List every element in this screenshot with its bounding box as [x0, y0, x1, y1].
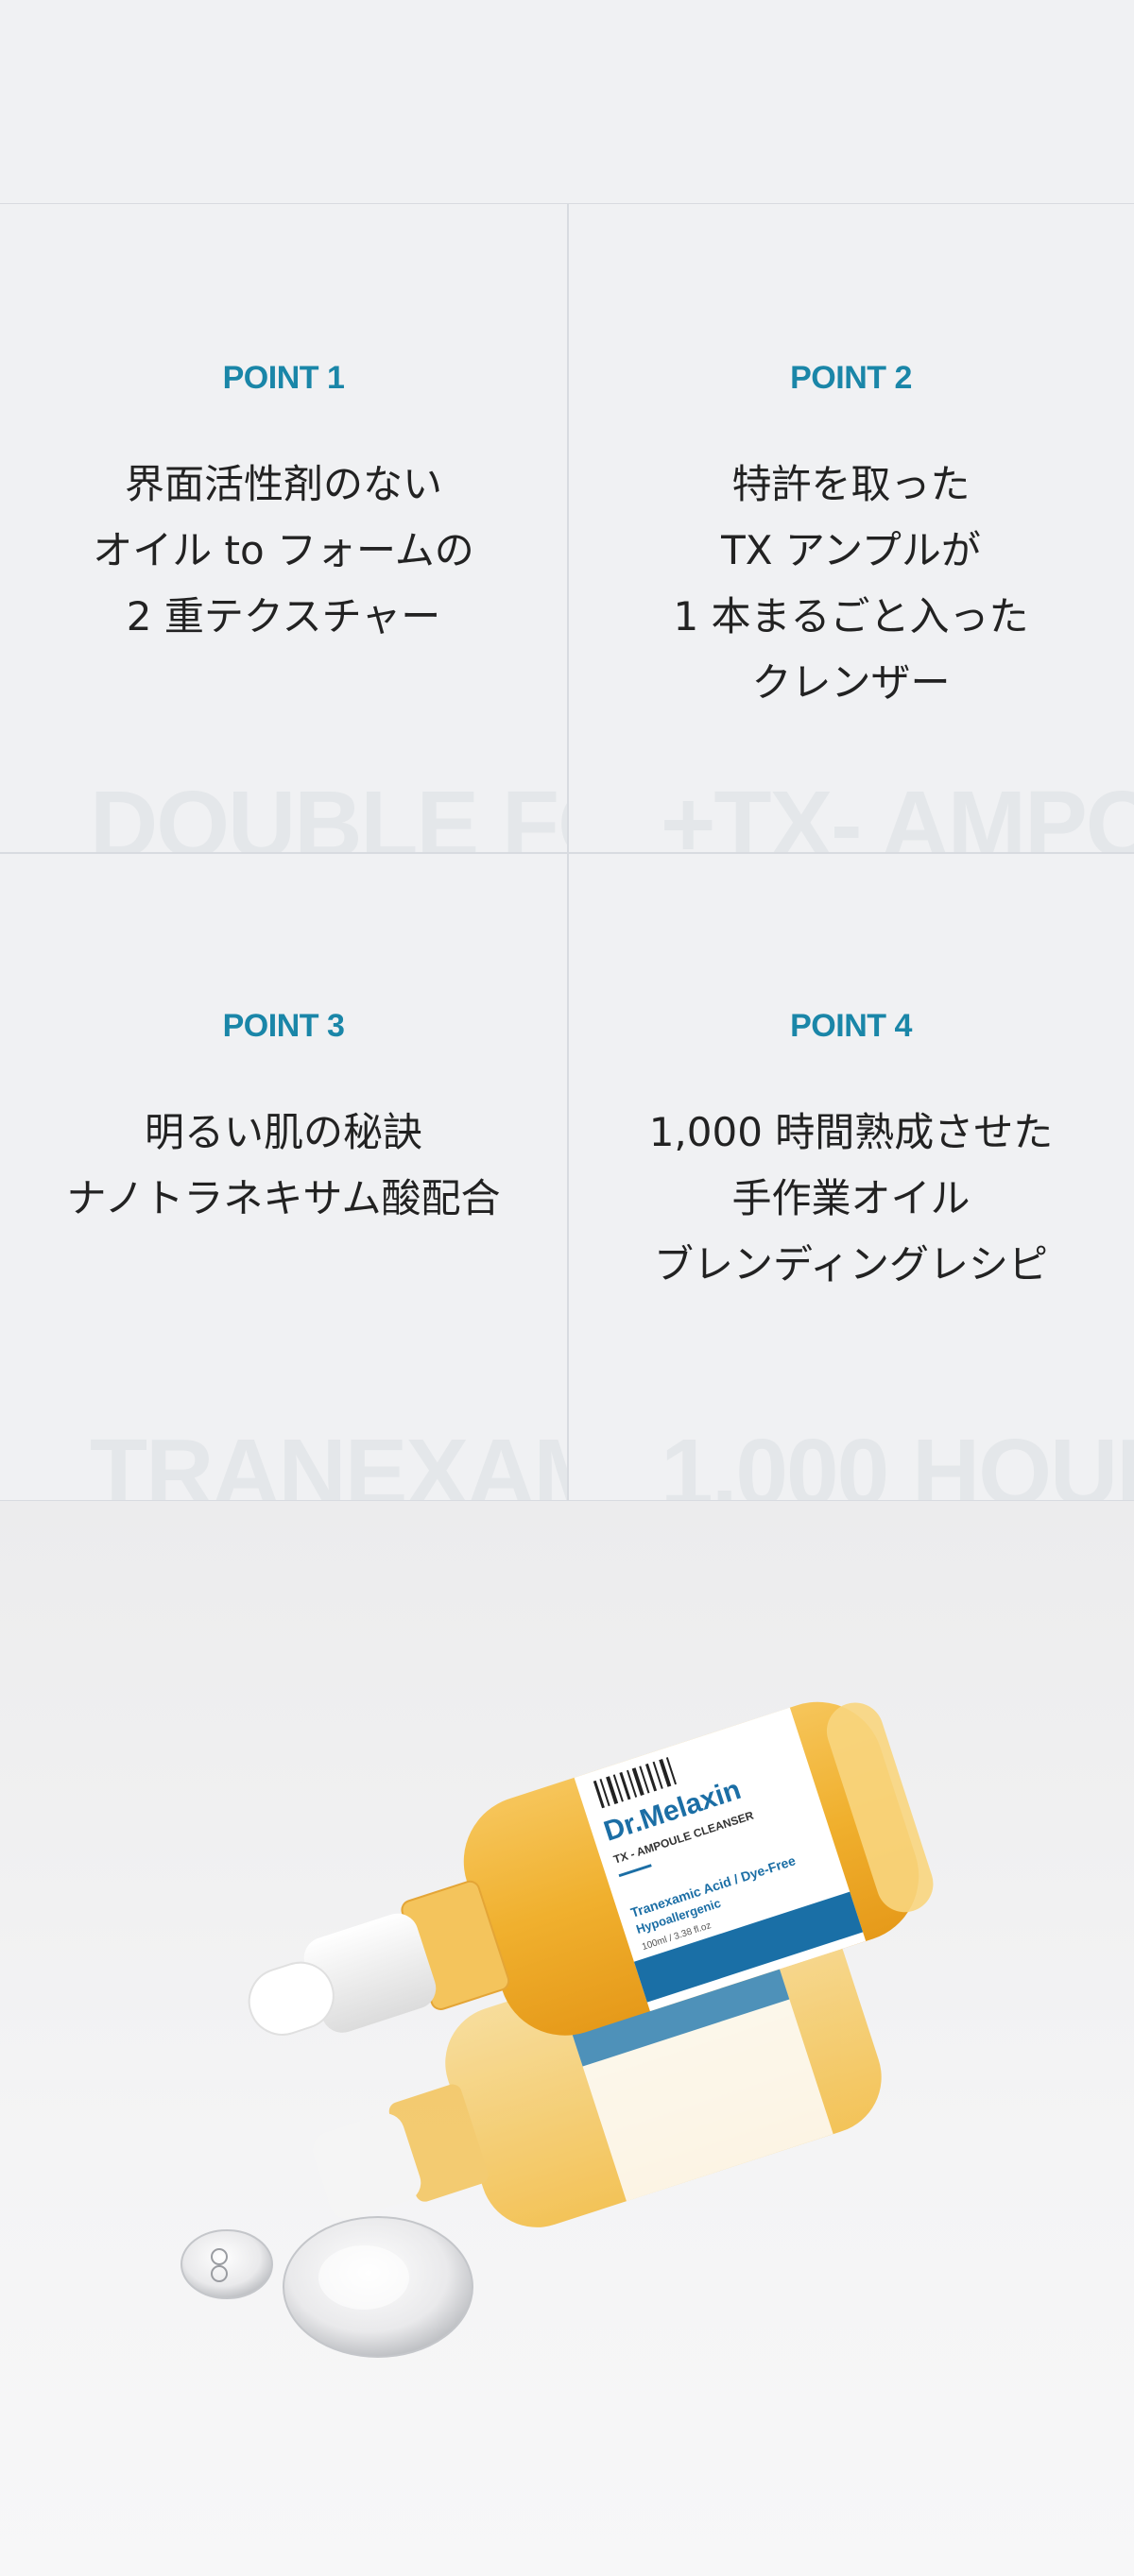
point-3-description: 明るい肌の秘訣 ナノトラネキサム酸配合: [66, 1109, 501, 1221]
product-illustration: Dr.Melaxin TX - AMPOULE CLEANSER Tranexa…: [180, 1701, 934, 2358]
point-2-description: 特許を取った TX アンプルが 1 本まるごと入った クレンザー: [673, 461, 1029, 706]
point-3-label: POINT 3: [222, 1008, 345, 1044]
point-4-background-text: 1,000 HOUR: [661, 1420, 1134, 1500]
droplet-small: [180, 2229, 273, 2299]
product-photo: Dr.Melaxin TX - AMPOULE CLEANSER Tranexa…: [0, 1501, 1134, 2576]
point-2-label: POINT 2: [790, 360, 912, 396]
point-card-2: +TX- AMPO POINT 2 特許を取った TX アンプルが 1 本まるご…: [568, 204, 1134, 852]
point-1-label: POINT 1: [222, 360, 345, 396]
point-card-3: TRANEXAM POINT 3 明るい肌の秘訣 ナノトラネキサム酸配合: [0, 852, 567, 1500]
top-spacer: [0, 0, 1134, 203]
point-card-1: DOUBLE FO POINT 1 界面活性剤のない オイル to フォームの …: [0, 204, 567, 852]
point-1-background-text: DOUBLE FO: [90, 772, 567, 852]
point-4-description: 1,000 時間熟成させた 手作業オイル ブレンディングレシピ: [648, 1109, 1054, 1288]
point-card-4: 1,000 HOUR POINT 4 1,000 時間熟成させた 手作業オイル …: [568, 852, 1134, 1500]
point-3-background-text: TRANEXAM: [90, 1420, 567, 1500]
point-4-label: POINT 4: [790, 1008, 912, 1044]
point-2-background-text: +TX- AMPO: [661, 772, 1134, 852]
point-1-description: 界面活性剤のない オイル to フォームの 2 重テクスチャー: [93, 461, 474, 640]
points-grid: DOUBLE FO POINT 1 界面活性剤のない オイル to フォームの …: [0, 203, 1134, 1501]
